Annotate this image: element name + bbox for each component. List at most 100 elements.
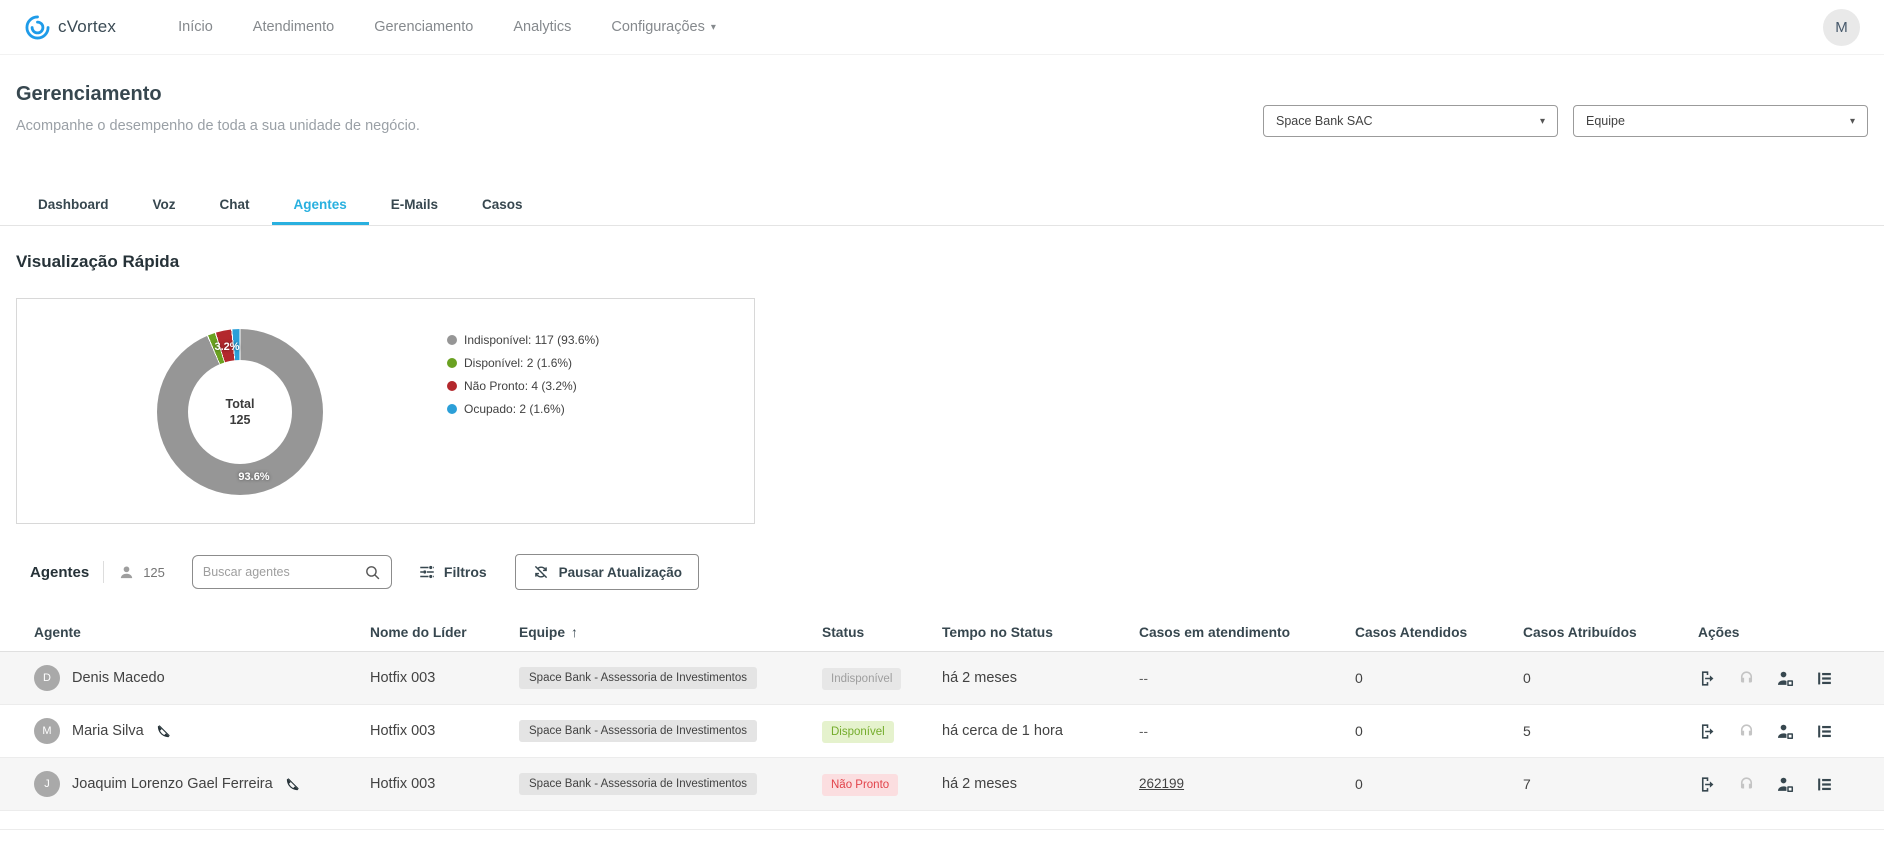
- tab-bar: Dashboard Voz Chat Agentes E-Mails Casos: [0, 186, 1884, 226]
- queue-list-icon[interactable]: [1815, 669, 1834, 688]
- business-unit-select-value: Space Bank SAC: [1276, 114, 1373, 128]
- legend-item-disponivel[interactable]: Disponível: 2 (1.6%): [447, 356, 599, 370]
- queue-list-icon[interactable]: [1815, 775, 1834, 794]
- col-nome-do-lider[interactable]: Nome do Líder: [370, 625, 519, 640]
- queue-list-icon[interactable]: [1815, 722, 1834, 741]
- legend-item-ocupado[interactable]: Ocupado: 2 (1.6%): [447, 402, 599, 416]
- quick-view-title: Visualização Rápida: [16, 252, 1884, 272]
- headset-icon[interactable]: [1737, 722, 1756, 741]
- logout-agent-button[interactable]: [1698, 775, 1717, 794]
- filters-button[interactable]: Filtros: [418, 563, 487, 581]
- legend-item-indisponivel[interactable]: Indisponível: 117 (93.6%): [447, 333, 599, 347]
- brand-name: cVortex: [58, 17, 116, 37]
- quick-view-card: 3.2% 93.6% Total 125 Indisponível: 117 (…: [16, 298, 755, 524]
- table-row[interactable]: D Denis Macedo Hotfix 003 Space Bank - A…: [0, 652, 1884, 705]
- chart-legend: Indisponível: 117 (93.6%) Disponível: 2 …: [447, 333, 599, 416]
- cases-attended: 0: [1355, 670, 1523, 686]
- donut-total-value: 125: [230, 413, 251, 427]
- cases-attended: 0: [1355, 776, 1523, 792]
- col-status[interactable]: Status: [822, 625, 942, 640]
- table-row[interactable]: J Joaquim Lorenzo Gael Ferreira Hotfix 0…: [0, 758, 1884, 811]
- tab-emails[interactable]: E-Mails: [369, 186, 460, 225]
- tab-dashboard[interactable]: Dashboard: [16, 186, 131, 225]
- col-casos-atribuidos[interactable]: Casos Atribuídos: [1523, 625, 1698, 640]
- nav-item-analytics[interactable]: Analytics: [513, 19, 571, 35]
- row-actions: [1698, 775, 1868, 794]
- filters-label: Filtros: [444, 564, 487, 580]
- legend-dot: [447, 404, 457, 414]
- chevron-down-icon: ▾: [1850, 116, 1855, 127]
- brand-logo-icon: [24, 14, 51, 41]
- col-casos-atendidos[interactable]: Casos Atendidos: [1355, 625, 1523, 640]
- search-input[interactable]: [203, 565, 364, 579]
- chevron-down-icon: ▾: [711, 22, 716, 33]
- col-tempo-no-status[interactable]: Tempo no Status: [942, 625, 1139, 640]
- time-in-status: há cerca de 1 hora: [942, 723, 1139, 739]
- page-title: Gerenciamento: [16, 83, 1868, 106]
- assign-user-icon[interactable]: [1776, 775, 1795, 794]
- slice-label-nao-pronto: 3.2%: [214, 341, 239, 353]
- cases-in-service-link[interactable]: 262199: [1139, 776, 1184, 791]
- top-nav: cVortex Início Atendimento Gerenciamento…: [0, 0, 1884, 55]
- team-chip: Space Bank - Assessoria de Investimentos: [519, 667, 757, 689]
- agents-count: 125: [143, 565, 165, 580]
- donut-center: Total 125: [188, 360, 292, 464]
- donut-chart-wrap: 3.2% 93.6% Total 125: [157, 329, 323, 495]
- cases-in-service: --: [1139, 671, 1355, 686]
- avatar: J: [34, 771, 60, 797]
- assign-user-icon[interactable]: [1776, 722, 1795, 741]
- legend-dot: [447, 358, 457, 368]
- divider: [103, 561, 104, 583]
- agent-name: Denis Macedo: [72, 670, 165, 686]
- logout-agent-button[interactable]: [1698, 722, 1717, 741]
- cases-in-service: --: [1139, 724, 1355, 739]
- tune-icon: [418, 563, 436, 581]
- phone-disabled-icon: [156, 724, 171, 739]
- nav-item-atendimento[interactable]: Atendimento: [253, 19, 334, 35]
- headset-icon[interactable]: [1737, 669, 1756, 688]
- legend-item-nao-pronto[interactable]: Não Pronto: 4 (3.2%): [447, 379, 599, 393]
- tab-casos[interactable]: Casos: [460, 186, 545, 225]
- legend-label: Disponível: 2 (1.6%): [464, 356, 572, 370]
- col-equipe[interactable]: Equipe ↑: [519, 625, 822, 640]
- cases-attended: 0: [1355, 723, 1523, 739]
- tab-voz[interactable]: Voz: [131, 186, 198, 225]
- team-select[interactable]: Equipe ▾: [1573, 105, 1868, 137]
- time-in-status: há 2 meses: [942, 776, 1139, 792]
- assign-user-icon[interactable]: [1776, 669, 1795, 688]
- pause-refresh-button[interactable]: Pausar Atualização: [515, 554, 699, 590]
- table-row-partial: [0, 811, 1884, 830]
- brand[interactable]: cVortex: [24, 14, 116, 41]
- nav-item-gerenciamento[interactable]: Gerenciamento: [374, 19, 473, 35]
- agents-title: Agentes: [30, 564, 89, 581]
- legend-label: Ocupado: 2 (1.6%): [464, 402, 565, 416]
- search-icon[interactable]: [364, 564, 381, 581]
- agent-name: Joaquim Lorenzo Gael Ferreira: [72, 776, 273, 792]
- col-agente[interactable]: Agente: [34, 625, 370, 640]
- agent-name: Maria Silva: [72, 723, 144, 739]
- tab-chat[interactable]: Chat: [198, 186, 272, 225]
- row-actions: [1698, 669, 1868, 688]
- logout-agent-button[interactable]: [1698, 669, 1717, 688]
- status-badge: Não Pronto: [822, 774, 898, 796]
- legend-label: Indisponível: 117 (93.6%): [464, 333, 599, 347]
- headset-icon[interactable]: [1737, 775, 1756, 794]
- sync-disabled-icon: [532, 563, 550, 581]
- legend-dot: [447, 335, 457, 345]
- tab-agentes[interactable]: Agentes: [272, 186, 369, 225]
- table-header-row: Agente Nome do Líder Equipe ↑ Status Tem…: [0, 614, 1884, 652]
- nav-item-inicio[interactable]: Início: [178, 19, 213, 35]
- cases-assigned: 5: [1523, 723, 1698, 739]
- user-avatar[interactable]: M: [1823, 9, 1860, 46]
- cases-assigned: 7: [1523, 776, 1698, 792]
- legend-dot: [447, 381, 457, 391]
- business-unit-select[interactable]: Space Bank SAC ▾: [1263, 105, 1558, 137]
- search-box: [192, 555, 392, 589]
- donut-total-label: Total: [226, 397, 255, 411]
- avatar: M: [34, 718, 60, 744]
- col-casos-em-atendimento[interactable]: Casos em atendimento: [1139, 625, 1355, 640]
- table-row[interactable]: M Maria Silva Hotfix 003 Space Bank - As…: [0, 705, 1884, 758]
- legend-label: Não Pronto: 4 (3.2%): [464, 379, 577, 393]
- nav-item-configuracoes[interactable]: Configurações ▾: [611, 19, 716, 35]
- status-badge: Disponível: [822, 721, 894, 743]
